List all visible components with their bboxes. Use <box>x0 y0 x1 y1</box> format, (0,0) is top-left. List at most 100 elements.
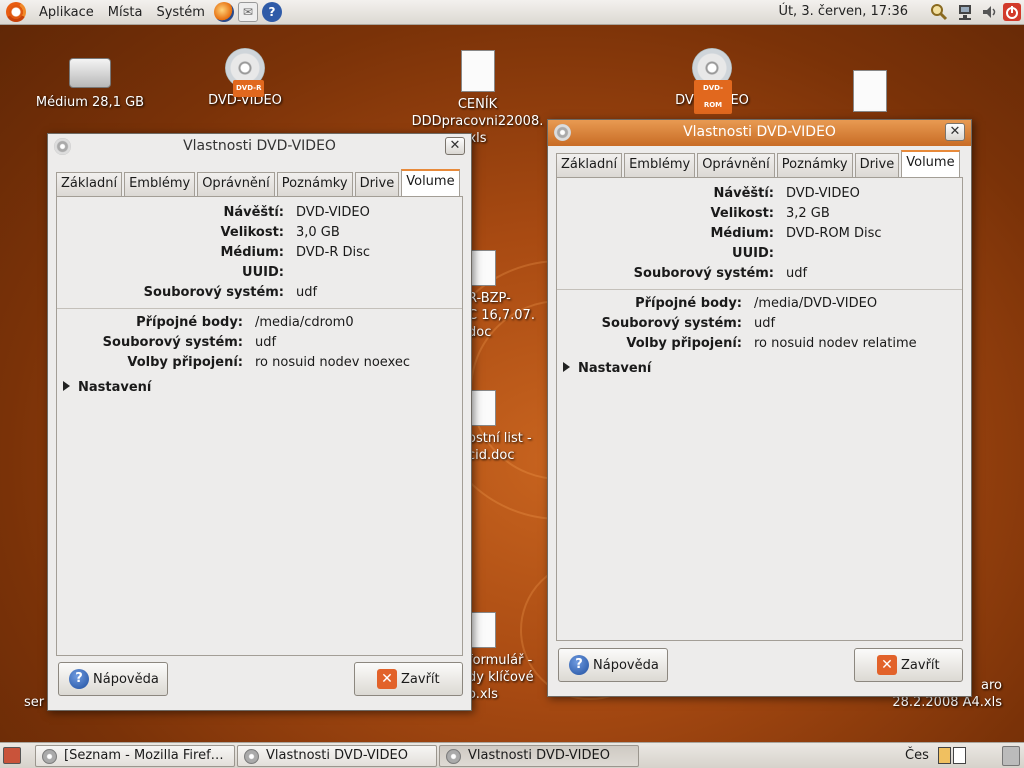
dvd-r-icon: DVD-R <box>225 48 265 97</box>
field-value: udf <box>255 335 277 350</box>
tab-basic[interactable]: Základní <box>556 153 623 177</box>
menu-places[interactable]: Místa <box>101 5 150 20</box>
show-desktop-icon[interactable] <box>3 747 21 764</box>
menu-applications[interactable]: Aplikace <box>32 5 101 20</box>
spreadsheet-icon <box>468 612 496 648</box>
field-label: Přípojné body: <box>136 315 243 330</box>
tab-bar: Základní Emblémy Oprávnění Poznámky Driv… <box>556 150 962 177</box>
field-value: udf <box>786 266 808 281</box>
desktop-icon-image-doc[interactable] <box>845 70 895 116</box>
field-uuid-row: UUID: <box>57 265 296 280</box>
field-label: UUID: <box>242 265 284 280</box>
dvd-icon <box>554 124 571 141</box>
mount-filesystem-row: Souborový systém: udf <box>557 316 775 331</box>
ubuntu-logo-icon[interactable] <box>6 2 26 22</box>
tab-emblems[interactable]: Emblémy <box>624 153 696 177</box>
task-properties-2[interactable]: Vlastnosti DVD-VIDEO <box>439 745 639 767</box>
field-label: Návěští: <box>713 186 774 201</box>
tab-notes[interactable]: Poznámky <box>276 172 353 196</box>
close-button[interactable]: ✕ Zavřít <box>854 648 963 682</box>
desktop-icon-partial-b[interactable]: ostní list - cid.doc <box>468 390 532 464</box>
dvd-icon <box>244 749 259 764</box>
tab-bar: Základní Emblémy Oprávnění Poznámky Driv… <box>56 169 462 196</box>
tab-basic[interactable]: Základní <box>56 172 123 196</box>
separator <box>557 289 962 290</box>
help-button[interactable]: ? Nápověda <box>58 662 168 696</box>
workspace-1[interactable] <box>938 747 951 764</box>
window-close-button[interactable]: ✕ <box>945 123 965 141</box>
volume-panel: Návěští: DVD-VIDEO Velikost: 3,2 GB Médium… <box>556 177 963 641</box>
tab-permissions[interactable]: Oprávnění <box>697 153 775 177</box>
help-icon[interactable]: ? <box>261 2 282 22</box>
tab-volume[interactable]: Volume <box>901 150 960 177</box>
field-value: DVD-VIDEO <box>296 205 370 220</box>
help-button[interactable]: ? Nápověda <box>558 648 668 682</box>
field-label: Volby připojení: <box>626 336 742 351</box>
mount-options-row: Volby připojení: ro nosuid nodev noexec <box>57 355 410 370</box>
field-value: /media/cdrom0 <box>255 315 354 330</box>
desktop-icon-medium[interactable]: Médium 28,1 GB <box>30 50 150 111</box>
field-filesystem-row: Souborový systém: udf <box>57 285 317 300</box>
power-icon[interactable] <box>1003 3 1021 21</box>
window-title: Vlastnosti DVD-VIDEO <box>183 138 336 154</box>
desktop-icon-dvd-rom[interactable]: DVD-ROM DVD-VIDEO <box>662 48 762 114</box>
tab-drive[interactable]: Drive <box>354 172 400 196</box>
tab-volume[interactable]: Volume <box>401 169 460 196</box>
desktop-icon-label-line: doc <box>468 325 492 340</box>
firefox-icon[interactable] <box>213 2 234 22</box>
desktop-icon-partial-c[interactable]: formulář - dy klíčové o.xls <box>468 612 534 703</box>
task-label: [Seznam - Mozilla Firef… <box>64 748 224 763</box>
help-button-label: Nápověda <box>93 671 159 687</box>
field-label: Médium: <box>710 226 774 241</box>
field-size-row: Velikost: 3,0 GB <box>57 225 340 240</box>
settings-expander[interactable]: Nastavení <box>563 361 651 376</box>
desktop-icon-dvd-r[interactable]: DVD-R DVD-VIDEO <box>195 48 295 109</box>
tab-drive[interactable]: Drive <box>854 153 900 177</box>
mount-options-row: Volby připojení: ro nosuid nodev relatime <box>557 336 916 351</box>
tab-notes[interactable]: Poznámky <box>776 153 853 177</box>
field-size-row: Velikost: 3,2 GB <box>557 206 830 221</box>
keyboard-layout[interactable]: Čes <box>905 748 929 763</box>
workspace-2[interactable] <box>953 747 966 764</box>
menu-system[interactable]: Systém <box>149 5 211 20</box>
field-label: Přípojné body: <box>635 296 742 311</box>
field-value: udf <box>754 316 776 331</box>
network-icon[interactable] <box>956 3 974 21</box>
field-uuid-row: UUID: <box>557 246 786 261</box>
settings-expander[interactable]: Nastavení <box>63 380 151 395</box>
field-label-row: Návěští: DVD-VIDEO <box>57 205 370 220</box>
desktop-icon-label-line: R-BZP- <box>468 291 511 306</box>
volume-icon[interactable] <box>981 3 999 21</box>
trash-icon[interactable] <box>1002 746 1020 766</box>
mount-point-row: Přípojné body: /media/DVD-VIDEO <box>557 296 877 311</box>
desktop-icon-label-line: o.xls <box>468 687 498 702</box>
desktop-icon-label-line: dy klíčové <box>468 670 534 685</box>
mount-filesystem-row: Souborový systém: udf <box>57 335 276 350</box>
task-firefox[interactable]: [Seznam - Mozilla Firef… <box>35 745 235 767</box>
task-properties-1[interactable]: Vlastnosti DVD-VIDEO <box>237 745 437 767</box>
tab-permissions[interactable]: Oprávnění <box>197 172 275 196</box>
titlebar[interactable]: Vlastnosti DVD-VIDEO ✕ <box>548 120 971 146</box>
dvd-rom-icon: DVD-ROM <box>692 48 732 114</box>
task-label: Vlastnosti DVD-VIDEO <box>266 748 408 763</box>
field-label: Souborový systém: <box>143 285 284 300</box>
desktop-icon-partial-a[interactable]: R-BZP- C 16,7.07. doc <box>468 250 535 341</box>
desktop-icon-partial-e[interactable]: ser <box>24 694 44 711</box>
field-value: /media/DVD-VIDEO <box>754 296 878 311</box>
search-icon[interactable] <box>930 3 948 21</box>
field-value: DVD-ROM Disc <box>786 226 882 241</box>
tab-emblems[interactable]: Emblémy <box>124 172 196 196</box>
close-button[interactable]: ✕ Zavřít <box>354 662 463 696</box>
expander-arrow-icon <box>563 362 570 372</box>
dvd-icon <box>446 749 461 764</box>
field-label: Velikost: <box>220 225 284 240</box>
expander-label: Nastavení <box>78 380 152 395</box>
firefox-icon <box>42 749 57 764</box>
window-close-button[interactable]: ✕ <box>445 137 465 155</box>
document-icon <box>468 250 496 286</box>
desktop-icon-label-line: formulář - <box>468 653 533 668</box>
mail-icon[interactable]: ✉ <box>237 2 258 22</box>
clock[interactable]: Út, 3. červen, 17:36 <box>778 4 908 19</box>
bottom-panel: [Seznam - Mozilla Firef… Vlastnosti DVD-… <box>0 742 1024 768</box>
titlebar[interactable]: Vlastnosti DVD-VIDEO ✕ <box>48 134 471 160</box>
